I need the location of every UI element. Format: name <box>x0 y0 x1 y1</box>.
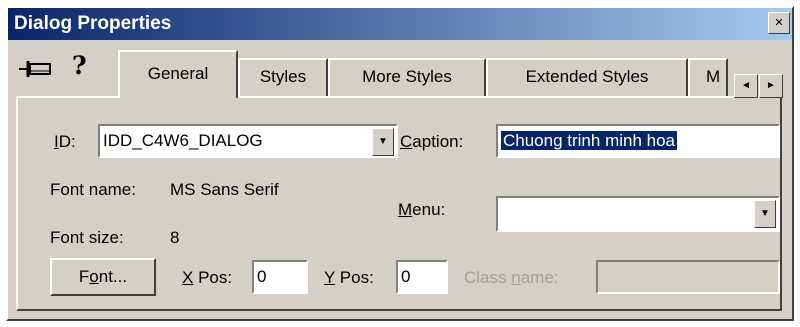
caption-label: Caption: <box>400 132 464 151</box>
general-tab-panel: ID: IDD_C4W6_DIALOG ▼ Caption: Chuong tr… <box>16 96 782 311</box>
menu-dropdown-button[interactable]: ▼ <box>754 200 776 228</box>
id-label: ID: <box>54 132 76 151</box>
tab-extended-styles-label: Extended Styles <box>525 67 649 86</box>
id-dropdown-button[interactable]: ▼ <box>372 128 394 156</box>
x-pos-field[interactable]: 0 <box>252 260 308 294</box>
window-title: Dialog Properties <box>14 13 172 34</box>
tab-styles[interactable]: Styles <box>238 58 328 96</box>
x-pos-label: X Pos: <box>182 268 233 287</box>
font-button[interactable]: Font... <box>50 258 156 296</box>
close-button[interactable]: × <box>768 12 790 34</box>
menu-combobox[interactable]: ▼ <box>496 196 780 232</box>
tab-styles-label: Styles <box>259 67 307 86</box>
tab-general[interactable]: General <box>118 50 238 98</box>
font-name-value: MS Sans Serif <box>170 180 279 199</box>
tab-scroll-buttons: ◄ ► <box>734 74 784 98</box>
font-size-label: Font size: <box>50 228 124 247</box>
font-name-label: Font name: <box>50 180 136 199</box>
font-size-value: 8 <box>170 228 180 247</box>
y-pos-value: 0 <box>401 267 411 286</box>
title-bar[interactable]: Dialog Properties × <box>8 8 792 40</box>
x-pos-value: 0 <box>257 267 267 286</box>
caption-value: Chuong trinh minh hoa <box>501 131 678 150</box>
y-pos-label: Y Pos: <box>324 268 374 287</box>
pushpin-icon[interactable] <box>18 58 54 80</box>
scroll-left-button[interactable]: ◄ <box>734 74 758 98</box>
class-name-field <box>596 260 780 294</box>
help-icon[interactable]: ? <box>72 51 87 80</box>
tab-general-label: General <box>147 64 209 83</box>
id-combobox[interactable]: IDD_C4W6_DIALOG ▼ <box>98 124 398 158</box>
y-pos-field[interactable]: 0 <box>396 260 448 294</box>
tab-extended-styles[interactable]: Extended Styles <box>486 58 688 96</box>
class-name-label: Class name: <box>464 268 559 287</box>
caption-field[interactable]: Chuong trinh minh hoa <box>496 124 780 158</box>
tab-more-styles-label: More Styles <box>362 67 452 86</box>
tab-truncated-label: M <box>706 67 721 86</box>
tab-more-truncated[interactable]: M <box>688 58 728 96</box>
menu-label: Menu: <box>398 200 446 219</box>
scroll-right-button[interactable]: ► <box>759 74 783 98</box>
dialog-properties-window: Dialog Properties × ? General Styles Mor… <box>6 6 794 321</box>
tab-more-styles[interactable]: More Styles <box>328 58 486 96</box>
id-value: IDD_C4W6_DIALOG <box>103 131 263 150</box>
